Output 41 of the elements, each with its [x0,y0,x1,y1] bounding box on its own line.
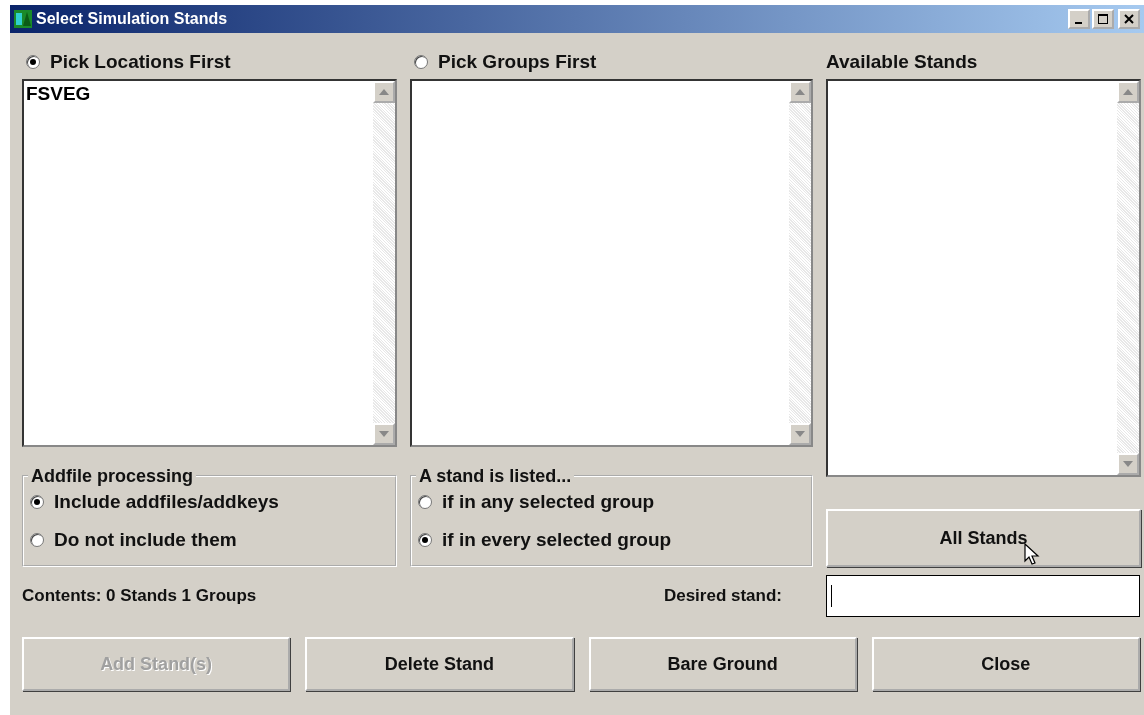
window-title: Select Simulation Stands [36,10,229,28]
scroll-up-icon[interactable] [373,81,395,103]
radio-button[interactable]: if in every selected group [416,521,807,559]
radio-icon[interactable] [30,533,44,547]
radio-icon[interactable] [418,533,432,547]
radio-icon[interactable] [414,55,428,69]
radio-button[interactable]: if in any selected group [416,483,807,521]
list-item[interactable]: FSVEG [26,83,371,105]
group-title: A stand is listed... [418,469,573,483]
list-label: Available Stands [826,51,978,73]
maximize-button[interactable] [1092,9,1114,29]
all-stands-button[interactable]: All Stands [826,509,1141,567]
scroll-down-icon[interactable] [789,423,811,445]
close-button[interactable] [1118,9,1140,29]
app-icon [14,10,32,28]
desired-stand-field[interactable] [826,575,1140,617]
locations-list[interactable]: FSVEG [22,79,397,447]
scroll-down-icon[interactable] [1117,453,1139,475]
scrollbar[interactable] [789,81,811,445]
radio-icon[interactable] [30,495,44,509]
scrollbar[interactable] [1117,81,1139,475]
scrollbar[interactable] [373,81,395,445]
scroll-up-icon[interactable] [789,81,811,103]
cursor-icon [1024,543,1040,567]
minimize-button[interactable] [1068,9,1090,29]
dialog-button[interactable]: Delete Stand [305,637,574,691]
radio-button[interactable]: Pick Groups First [410,51,597,73]
radio-button[interactable]: Pick Locations First [22,51,231,73]
dialog-button[interactable]: Bare Ground [588,637,857,691]
close-icon[interactable] [1123,13,1135,25]
scroll-down-icon[interactable] [373,423,395,445]
groups-list[interactable] [410,79,813,447]
scroll-up-icon[interactable] [1117,81,1139,103]
field-label: Desired stand: [663,586,782,606]
stands-list[interactable] [826,79,1141,477]
maximize-icon[interactable] [1097,13,1109,25]
contents-summary: Contents: 0 Stands 1 Groups [22,586,258,606]
radio-icon[interactable] [418,495,432,509]
radio-button[interactable]: Do not include them [28,521,391,559]
radio-icon[interactable] [26,55,40,69]
dialog-button[interactable]: Close [871,637,1140,691]
